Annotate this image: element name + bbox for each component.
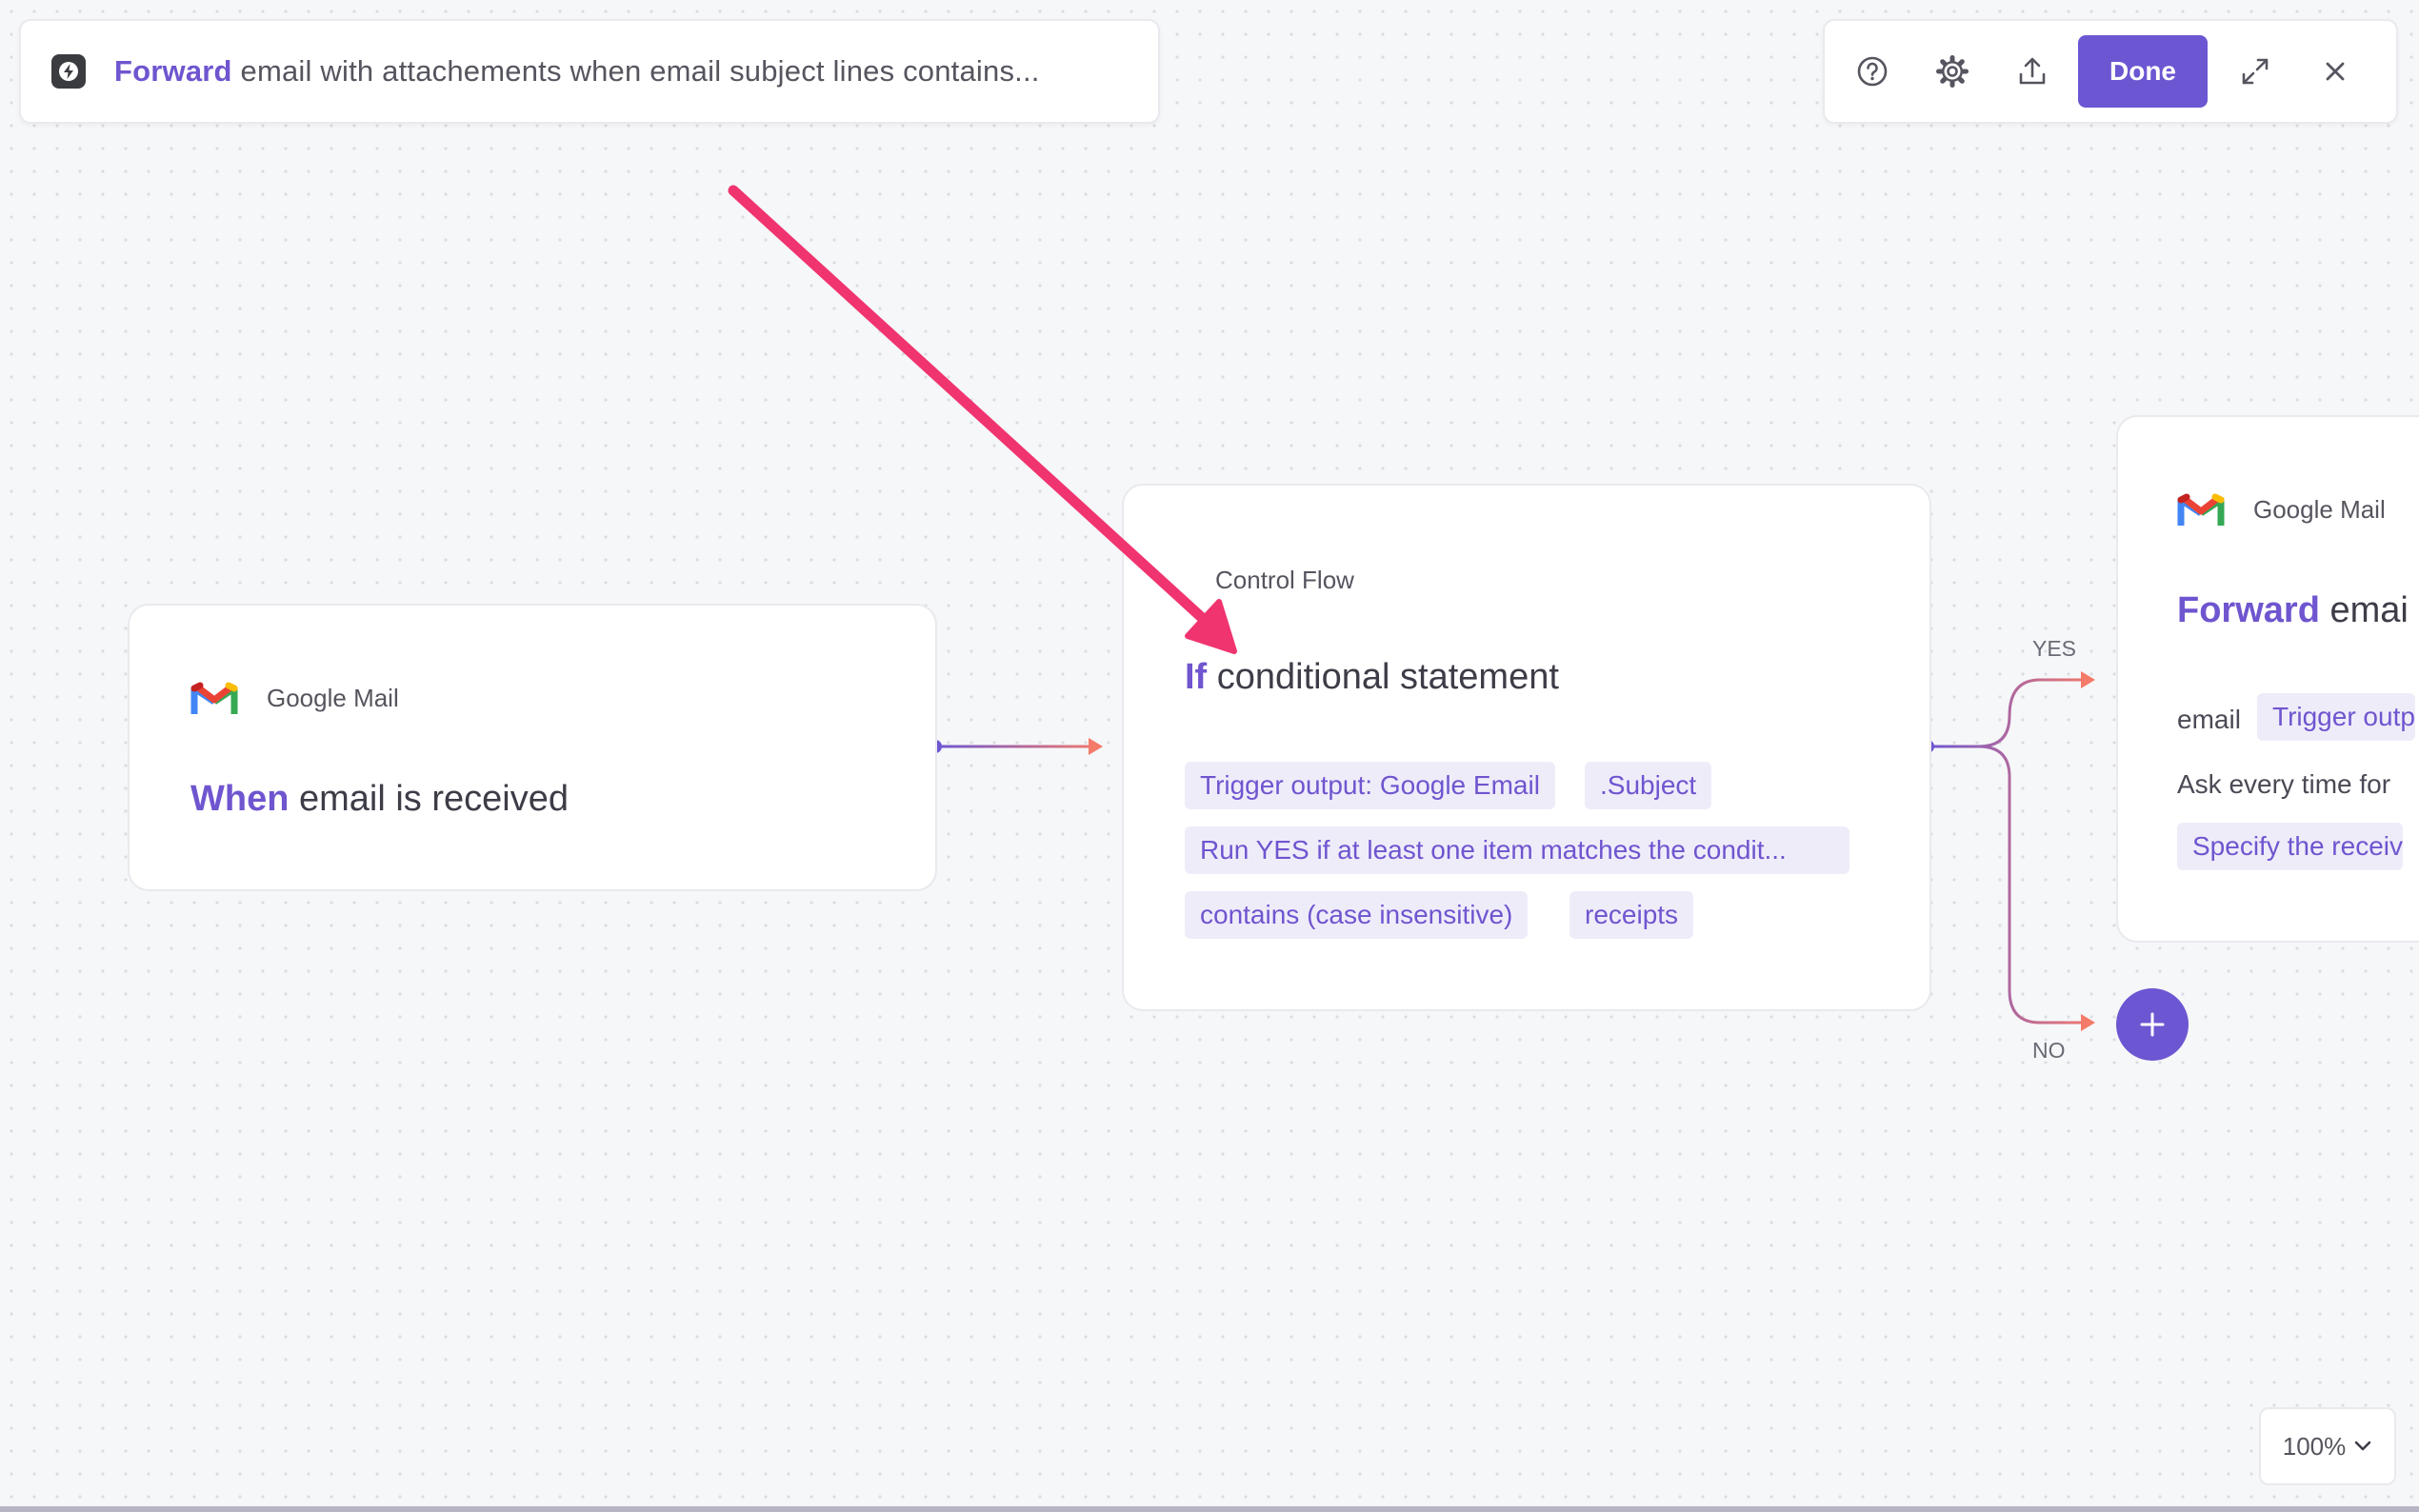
workflow-title-keyword: Forward <box>114 54 232 88</box>
trigger-title-text: email is received <box>299 779 569 819</box>
action-param-label: email <box>2177 705 2241 734</box>
lightning-bolt-icon <box>51 54 86 89</box>
action-app-name: Google Mail <box>2253 494 2386 524</box>
done-button[interactable]: Done <box>2078 35 2208 108</box>
condition-node[interactable]: Control Flow If conditional statement Tr… <box>1122 484 1931 1011</box>
trigger-keyword: When <box>190 779 290 819</box>
condition-operator-chip[interactable]: contains (case insensitive) <box>1185 891 1529 939</box>
chevron-down-icon <box>2354 1441 2371 1451</box>
gmail-icon <box>2177 493 2225 526</box>
condition-title-text: conditional statement <box>1216 657 1559 697</box>
trigger-app-name: Google Mail <box>267 683 399 712</box>
condition-mode-chip[interactable]: Run YES if at least one item matches the… <box>1185 826 1849 874</box>
toolbar: Done <box>1823 19 2398 124</box>
workflow-title-text: email with attachements when email subje… <box>240 54 1040 88</box>
workflow-title[interactable]: Forward email with attachements when ema… <box>114 54 1040 89</box>
action-specify-chip[interactable]: Specify the receiv <box>2177 823 2403 870</box>
trigger-node-header: Google Mail <box>190 680 399 716</box>
action-node[interactable]: Google Mail Forward emai email Trigger o… <box>2116 415 2419 943</box>
condition-node-category: Control Flow <box>1215 566 1354 594</box>
add-step-button[interactable] <box>2116 988 2189 1061</box>
yes-branch-label: YES <box>2032 636 2077 661</box>
plus-icon <box>2140 1012 2165 1037</box>
trigger-node[interactable]: Google Mail When email is received <box>128 604 937 891</box>
no-branch-label: NO <box>2032 1038 2066 1063</box>
upload-icon[interactable] <box>2015 54 2049 89</box>
condition-field-chip[interactable]: .Subject <box>1585 762 1712 809</box>
zoom-select[interactable]: 100% <box>2259 1407 2396 1485</box>
trigger-to-condition-edge <box>929 738 1103 755</box>
gear-icon[interactable] <box>1935 54 1969 89</box>
condition-value-chip[interactable]: receipts <box>1569 891 1694 939</box>
bottom-edge-bar <box>0 1506 2419 1512</box>
gmail-icon <box>190 682 238 714</box>
action-ask-text: Ask every time for <box>2177 769 2391 799</box>
expand-icon[interactable] <box>2238 54 2272 89</box>
action-param-chip[interactable]: Trigger outp <box>2257 693 2415 741</box>
condition-node-title: If conditional statement <box>1185 657 1559 698</box>
condition-source-chip[interactable]: Trigger output: Google Email <box>1185 762 1555 809</box>
help-icon[interactable] <box>1855 54 1889 89</box>
action-node-header: Google Mail <box>2177 491 2386 527</box>
zoom-level: 100% <box>2282 1431 2347 1461</box>
trigger-node-title: When email is received <box>190 779 569 820</box>
action-title-text: emai <box>2329 590 2409 630</box>
condition-branch-edges <box>1921 671 2095 1031</box>
workflow-title-bar[interactable]: Forward email with attachements when ema… <box>19 19 1160 124</box>
close-icon[interactable] <box>2318 54 2352 89</box>
condition-keyword: If <box>1185 657 1208 697</box>
action-keyword: Forward <box>2177 590 2320 630</box>
action-node-title: Forward emai <box>2177 590 2409 631</box>
